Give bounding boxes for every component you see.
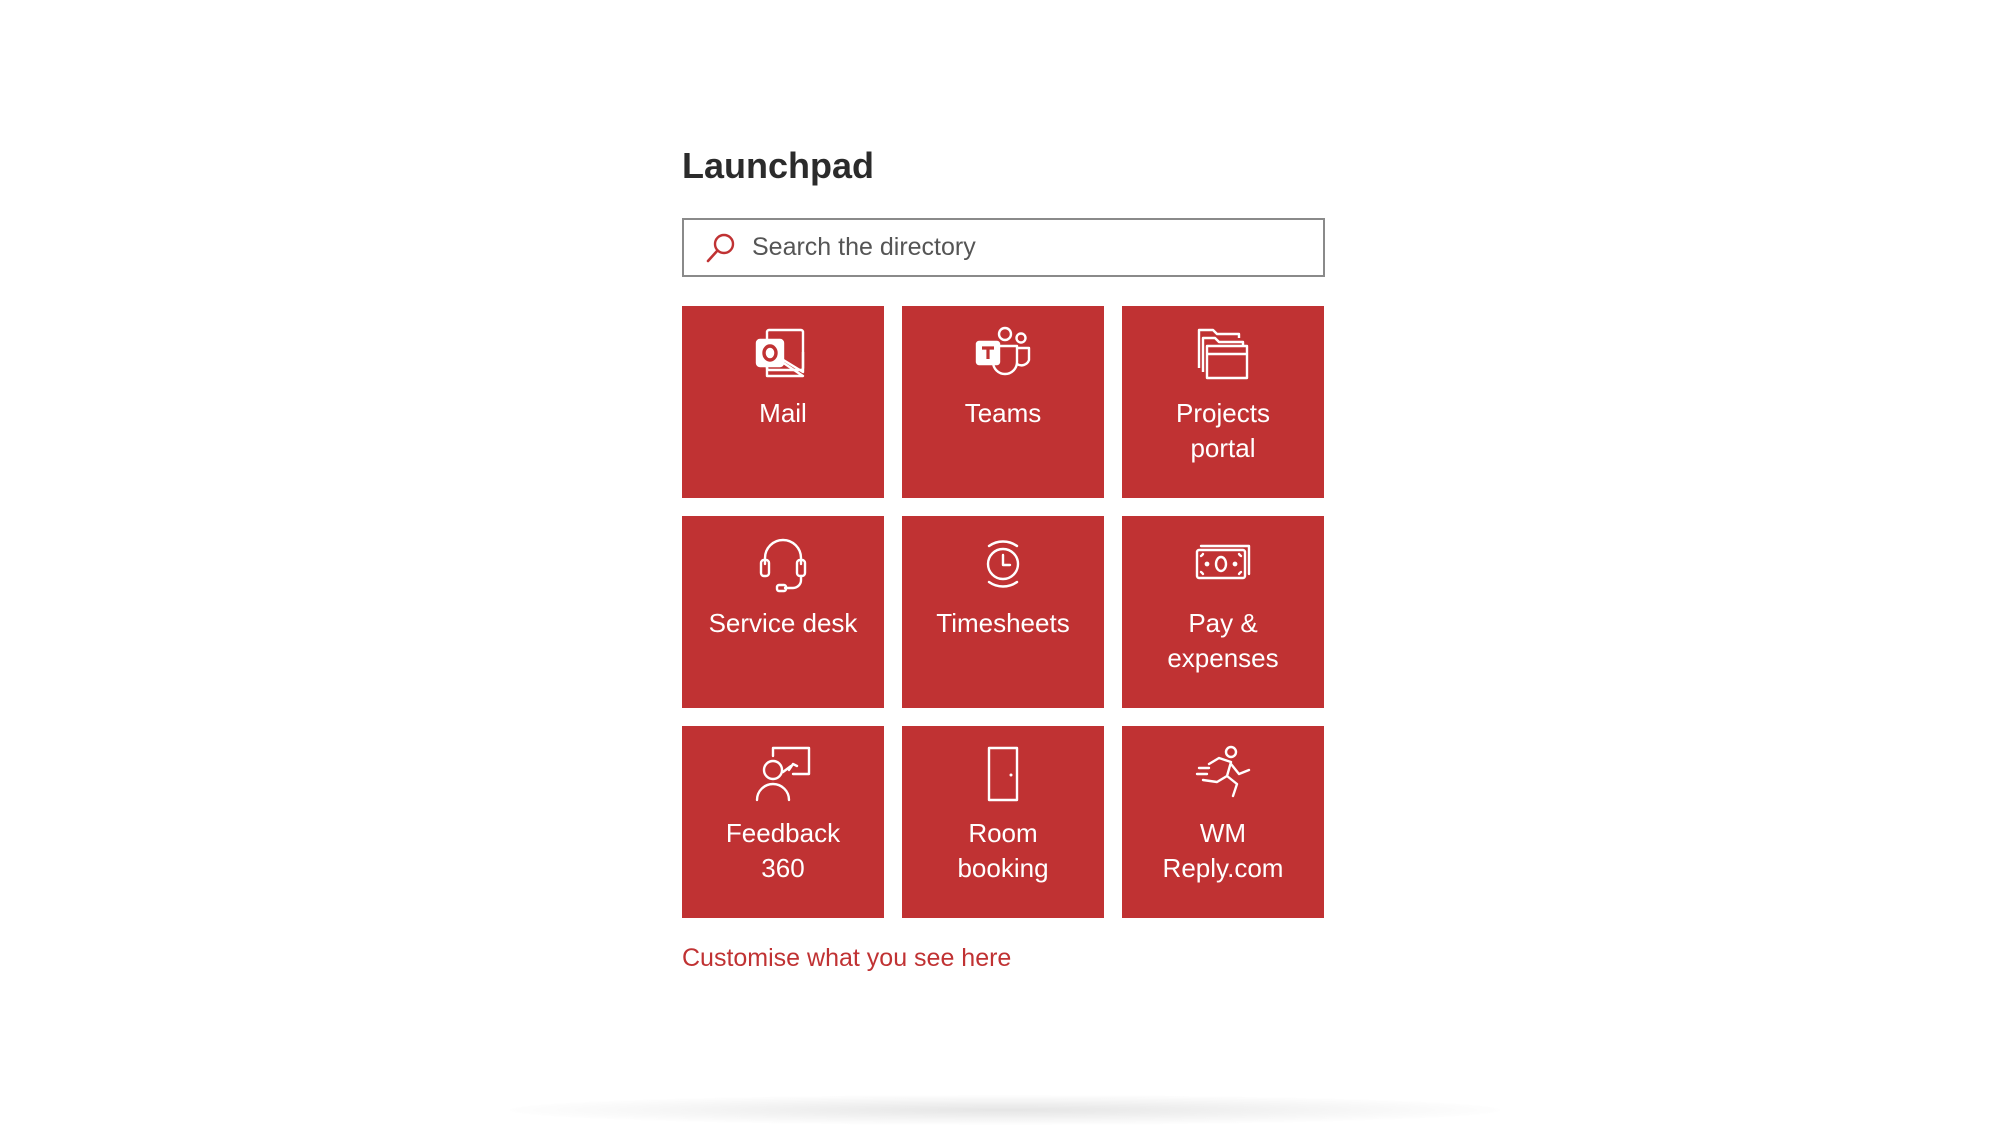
launchpad-tile-grid: Mail Teams Projects portal Service desk … — [682, 306, 1325, 918]
tile-label: WM Reply.com — [1162, 818, 1284, 883]
tile-timesheets[interactable]: Timesheets — [902, 516, 1104, 708]
tile-room-booking[interactable]: Room booking — [902, 726, 1104, 918]
tile-label: Teams — [964, 398, 1042, 428]
tile-label: Room booking — [957, 818, 1049, 883]
folder-icon — [1193, 324, 1253, 384]
tile-label: Service desk — [708, 608, 858, 638]
tile-projects-portal[interactable]: Projects portal — [1122, 306, 1324, 498]
customise-link[interactable]: Customise what you see here — [682, 941, 1011, 975]
tile-teams[interactable]: Teams — [902, 306, 1104, 498]
tile-label: Pay & expenses — [1167, 608, 1279, 673]
search-icon — [704, 231, 738, 265]
tile-label: Projects portal — [1176, 398, 1270, 463]
search-input[interactable] — [752, 222, 1323, 273]
launchpad-screen: Launchpad Search the directory Mail Team… — [0, 0, 2000, 1130]
tile-pay-expenses[interactable]: Pay & expenses — [1122, 516, 1324, 708]
tile-label: Timesheets — [936, 608, 1070, 638]
running-person-icon — [1193, 744, 1253, 804]
tile-label: Mail — [759, 398, 807, 428]
tile-mail[interactable]: Mail — [682, 306, 884, 498]
door-icon — [973, 744, 1033, 804]
tile-feedback-360[interactable]: Feedback 360 — [682, 726, 884, 918]
headset-icon — [753, 534, 813, 594]
teams-icon — [973, 324, 1033, 384]
page-title: Launchpad — [682, 145, 875, 186]
tile-label: Feedback 360 — [725, 818, 841, 883]
clock-icon — [973, 534, 1033, 594]
feedback-person-icon — [753, 744, 813, 804]
directory-search-box[interactable] — [682, 218, 1325, 277]
panel-shadow — [510, 1095, 1500, 1125]
tile-wm-reply[interactable]: WM Reply.com — [1122, 726, 1324, 918]
money-icon — [1193, 534, 1253, 594]
outlook-mail-icon — [753, 324, 813, 384]
launchpad-panel: Launchpad Search the directory Mail Team… — [682, 138, 1325, 972]
tile-service-desk[interactable]: Service desk — [682, 516, 884, 708]
